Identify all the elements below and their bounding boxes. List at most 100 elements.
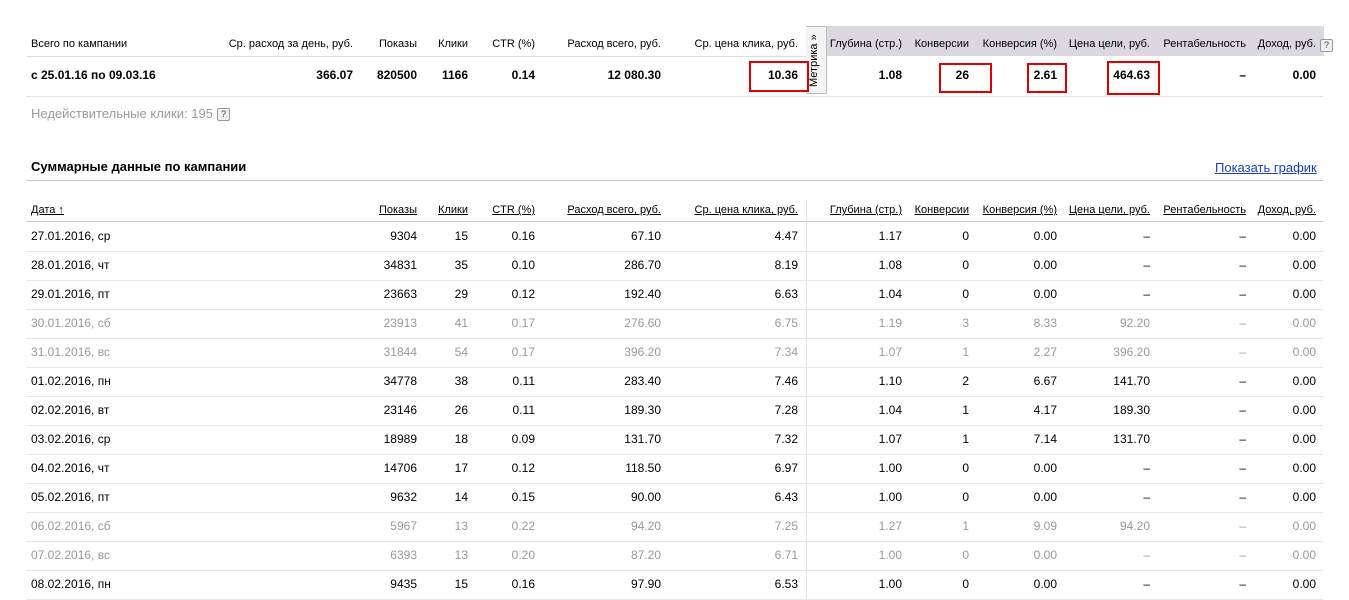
cell-ctr: 0.22 xyxy=(511,519,535,533)
cell-goal-price: – xyxy=(1143,258,1150,272)
cell-conv-rate: 8.33 xyxy=(1033,316,1057,330)
cell-profitability: – xyxy=(1239,461,1246,475)
cell-ctr: 0.17 xyxy=(511,345,535,359)
cell-date: 31.01.2016, вс xyxy=(31,345,110,359)
cell-conversions: 0 xyxy=(962,461,969,475)
cell-conversions: 0 xyxy=(962,258,969,272)
cell-clicks: 35 xyxy=(454,258,468,272)
col-goal-price-header[interactable]: Цена цели, руб. xyxy=(1060,204,1150,216)
cell-profitability: – xyxy=(1239,577,1246,591)
cell-income: 0.00 xyxy=(1292,229,1316,243)
cell-cpc: 7.46 xyxy=(774,374,798,388)
table-row: 05.02.2016, пт 9632 14 0.15 90.00 6.43 1.00 0 0.… xyxy=(26,483,1323,513)
cell-income: 0.00 xyxy=(1292,432,1316,446)
summary-shows: 820500 xyxy=(376,68,417,82)
table-row: 28.01.2016, чт 34831 35 0.10 286.70 8.19 1.08 0… xyxy=(26,251,1323,281)
cell-cpc: 7.25 xyxy=(774,519,798,533)
cell-conv-rate: 0.00 xyxy=(1033,461,1057,475)
cell-ctr: 0.20 xyxy=(511,548,535,562)
summary-avg-daily-label: Ср. расход за день, руб. xyxy=(228,38,353,50)
table-row: 30.01.2016, сб 23913 41 0.17 276.60 6.75 1.19 3… xyxy=(26,309,1323,339)
cell-conversions: 0 xyxy=(962,548,969,562)
cell-conv-rate: 0.00 xyxy=(1033,229,1057,243)
highlight-box-goal-price xyxy=(1107,61,1160,95)
cell-goal-price: 141.70 xyxy=(1113,374,1150,388)
cell-income: 0.00 xyxy=(1292,461,1316,475)
cell-shows: 14706 xyxy=(383,461,417,475)
cell-income: 0.00 xyxy=(1292,374,1316,388)
cell-conversions: 1 xyxy=(962,519,969,533)
summary-spend-label: Расход всего, руб. xyxy=(567,38,661,50)
cell-depth: 1.00 xyxy=(878,577,902,591)
cell-cpc: 4.47 xyxy=(774,229,798,243)
cell-date: 29.01.2016, пт xyxy=(31,287,110,301)
summary-depth-label: Глубина (стр.) xyxy=(829,38,902,50)
highlight-box-conversions xyxy=(939,63,992,93)
highlight-box-conv-rate xyxy=(1027,63,1067,93)
cell-depth: 1.04 xyxy=(878,287,902,301)
cell-depth: 1.17 xyxy=(878,229,902,243)
cell-income: 0.00 xyxy=(1292,490,1316,504)
col-income-header[interactable]: Доход, руб. xyxy=(1250,204,1316,216)
cell-income: 0.00 xyxy=(1292,403,1316,417)
table-row: 02.02.2016, вт 23146 26 0.11 189.30 7.28 1.04 1… xyxy=(26,396,1323,426)
table-row: 06.02.2016, сб 5967 13 0.22 94.20 7.25 1.27 1 9.… xyxy=(26,512,1323,542)
cell-income: 0.00 xyxy=(1292,345,1316,359)
summary-spend: 12 080.30 xyxy=(607,68,661,82)
cell-conversions: 0 xyxy=(962,577,969,591)
cell-date: 01.02.2016, пн xyxy=(31,374,111,388)
cell-depth: 1.00 xyxy=(878,461,902,475)
cell-depth: 1.19 xyxy=(878,316,902,330)
cell-income: 0.00 xyxy=(1292,577,1316,591)
col-conversions-header[interactable]: Конверсии xyxy=(905,204,969,216)
cell-shows: 34778 xyxy=(383,374,417,388)
cell-depth: 1.00 xyxy=(878,490,902,504)
col-ctr-header[interactable]: CTR (%) xyxy=(475,204,535,216)
col-shows-header[interactable]: Показы xyxy=(355,204,417,216)
metrika-toggle-tab[interactable]: Метрика » xyxy=(806,26,827,94)
cell-conv-rate: 0.00 xyxy=(1033,548,1057,562)
cell-clicks: 54 xyxy=(454,345,468,359)
help-icon[interactable]: ? xyxy=(1320,39,1333,52)
section-title: Суммарные данные по кампании xyxy=(31,159,247,174)
cell-depth: 1.04 xyxy=(878,403,902,417)
col-conv-rate-header[interactable]: Конверсия (%) xyxy=(975,204,1057,216)
col-date-header[interactable]: Дата ↑ xyxy=(31,204,64,216)
col-depth-header[interactable]: Глубина (стр.) xyxy=(826,204,902,216)
cell-conversions: 1 xyxy=(962,403,969,417)
cell-profitability: – xyxy=(1239,548,1246,562)
col-spend-header[interactable]: Расход всего, руб. xyxy=(545,204,661,216)
cell-ctr: 0.10 xyxy=(511,258,535,272)
summary-clicks-label: Клики xyxy=(438,38,468,50)
col-profitability-header[interactable]: Рентабельность xyxy=(1155,204,1246,216)
cell-spend: 90.00 xyxy=(630,490,661,504)
cell-cpc: 6.97 xyxy=(774,461,798,475)
cell-goal-price: – xyxy=(1143,287,1150,301)
cell-goal-price: 131.70 xyxy=(1113,432,1150,446)
table-row: 01.02.2016, пн 34778 38 0.11 283.40 7.46 1.10 2… xyxy=(26,367,1323,397)
cell-spend: 283.40 xyxy=(624,374,661,388)
cell-goal-price: 94.20 xyxy=(1119,519,1150,533)
cell-profitability: – xyxy=(1239,287,1246,301)
cell-profitability: – xyxy=(1239,345,1246,359)
cell-clicks: 13 xyxy=(454,548,468,562)
summary-period: с 25.01.16 по 09.03.16 xyxy=(31,68,156,82)
cell-spend: 276.60 xyxy=(624,316,661,330)
cell-conv-rate: 6.67 xyxy=(1033,374,1057,388)
cell-date: 05.02.2016, пт xyxy=(31,490,110,504)
cell-clicks: 17 xyxy=(454,461,468,475)
col-cpc-header[interactable]: Ср. цена клика, руб. xyxy=(670,204,798,216)
cell-cpc: 6.75 xyxy=(774,316,798,330)
cell-ctr: 0.16 xyxy=(511,229,535,243)
cell-goal-price: – xyxy=(1143,229,1150,243)
table-row: 29.01.2016, пт 23663 29 0.12 192.40 6.63 1.04 0… xyxy=(26,280,1323,310)
cell-goal-price: 92.20 xyxy=(1119,316,1150,330)
col-clicks-header[interactable]: Клики xyxy=(420,204,468,216)
cell-clicks: 38 xyxy=(454,374,468,388)
invalid-clicks-help-icon[interactable]: ? xyxy=(217,108,230,121)
summary-shows-label: Показы xyxy=(378,38,417,50)
show-chart-link[interactable]: Показать график xyxy=(1215,160,1317,175)
cell-ctr: 0.11 xyxy=(512,403,535,417)
cell-cpc: 7.34 xyxy=(774,345,798,359)
table-row: 31.01.2016, вс 31844 54 0.17 396.20 7.34 1.07 1… xyxy=(26,338,1323,368)
